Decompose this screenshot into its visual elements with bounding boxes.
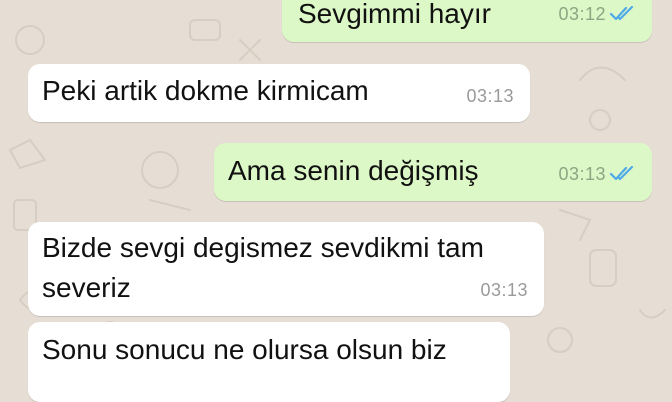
message-text-line: severiz: [42, 272, 131, 303]
message-bubble-incoming[interactable]: Sonu sonucu ne olursa olsun biz: [28, 322, 510, 402]
message-meta: 03:13: [480, 272, 528, 308]
message-time: 03:13: [558, 164, 606, 184]
message-text: Ama senin değişmiş: [228, 155, 479, 186]
message-time: 03:13: [466, 86, 514, 106]
message-text-line: Bizde sevgi degismez sevdikmi tam: [42, 232, 484, 263]
message-meta: 03:13: [558, 156, 636, 192]
double-check-read-icon: [610, 166, 634, 181]
message-bubble-incoming[interactable]: Bizde sevgi degismez sevdikmi tam severi…: [28, 222, 544, 316]
message-bubble-incoming[interactable]: Peki artik dokme kirmicam 03:13: [28, 64, 530, 122]
double-check-read-icon: [610, 6, 634, 21]
message-time: 03:13: [480, 280, 528, 300]
message-bubble-outgoing[interactable]: Sevgimmi hayır 03:12: [282, 0, 652, 42]
message-text: Sevgimmi hayır: [298, 0, 491, 29]
message-time: 03:12: [558, 4, 606, 24]
message-text-line: Sonu sonucu ne olursa olsun biz: [42, 334, 447, 365]
message-meta: 03:13: [466, 78, 514, 114]
message-meta: 03:12: [558, 0, 636, 32]
chat-message-list[interactable]: Sevgimmi hayır 03:12 Peki artik dokme ki…: [0, 0, 672, 402]
message-bubble-outgoing[interactable]: Ama senin değişmiş 03:13: [214, 143, 652, 201]
message-text: Peki artik dokme kirmicam: [42, 75, 369, 106]
